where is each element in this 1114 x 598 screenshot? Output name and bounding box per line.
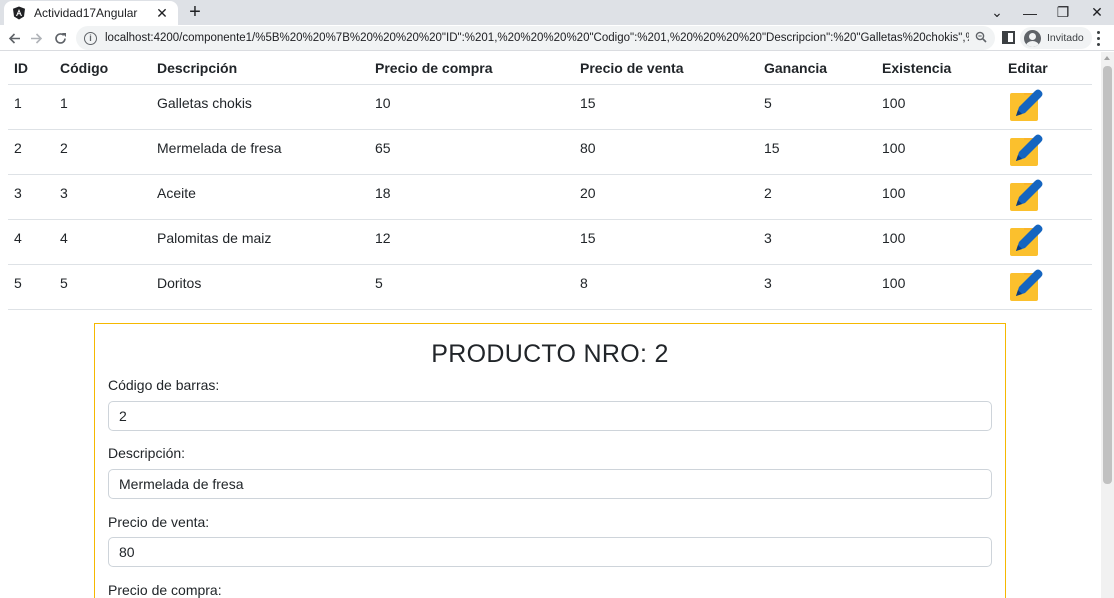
tab-search-icon[interactable]: ⌄ <box>980 0 1014 25</box>
cell-edit <box>1002 264 1092 310</box>
sale-price-label: Precio de venta: <box>108 514 210 530</box>
table-row: 5 5 Doritos 5 8 3 100 <box>8 264 1092 310</box>
edit-pencil-icon[interactable] <box>1008 87 1044 123</box>
cell-description: Palomitas de maiz <box>151 219 369 265</box>
new-tab-button[interactable]: + <box>186 2 204 22</box>
angular-icon <box>12 6 26 20</box>
column-header-edit: Editar <box>1002 52 1092 85</box>
forward-arrow-icon[interactable] <box>25 27 47 49</box>
cell-sale-price: 15 <box>574 84 758 130</box>
cell-stock: 100 <box>876 264 1002 310</box>
profile-label: Invitado <box>1047 32 1084 44</box>
cell-purchase-price: 5 <box>369 264 574 310</box>
cell-edit <box>1002 84 1092 130</box>
browser-tab[interactable]: Actividad17Angular ✕ <box>4 1 178 25</box>
address-bar[interactable]: i localhost:4200/componente1/%5B%20%20%7… <box>76 26 995 50</box>
tab-close-icon[interactable]: ✕ <box>154 5 170 21</box>
table-row: 2 2 Mermelada de fresa 65 80 15 100 <box>8 129 1092 175</box>
restore-button[interactable]: ❐ <box>1046 0 1080 25</box>
cell-description: Mermelada de fresa <box>151 129 369 175</box>
cell-code: 5 <box>54 264 151 310</box>
cell-stock: 100 <box>876 129 1002 175</box>
column-header-stock: Existencia <box>876 52 1002 85</box>
minimize-button[interactable]: — <box>1013 0 1047 25</box>
form-title: PRODUCTO NRO: 2 <box>431 340 669 368</box>
column-header-description: Descripción <box>151 52 369 85</box>
cell-purchase-price: 12 <box>369 219 574 265</box>
cell-sale-price: 15 <box>574 219 758 265</box>
page-viewport: ID Código Descripción Precio de compra Preci… <box>0 52 1101 598</box>
cell-profit: 3 <box>758 219 876 265</box>
cell-profit: 5 <box>758 84 876 130</box>
cell-edit <box>1002 129 1092 175</box>
tab-title: Actividad17Angular <box>34 6 138 20</box>
description-input[interactable]: Mermelada de fresa <box>108 469 992 499</box>
close-window-button[interactable]: ✕ <box>1080 0 1114 25</box>
cell-id: 5 <box>8 264 54 310</box>
products-table: ID Código Descripción Precio de compra Preci… <box>8 52 1092 310</box>
browser-tab-bar: Actividad17Angular ✕ + ⌄ — ❐ ✕ <box>0 0 1114 25</box>
sale-price-input[interactable]: 80 <box>108 537 992 567</box>
table-row: 1 1 Galletas chokis 10 15 5 100 <box>8 84 1092 130</box>
site-info-icon[interactable]: i <box>84 31 97 45</box>
cell-code: 3 <box>54 174 151 220</box>
cell-edit <box>1002 219 1092 265</box>
cell-id: 4 <box>8 219 54 265</box>
table-row: 3 3 Aceite 18 20 2 100 <box>8 174 1092 220</box>
cell-sale-price: 20 <box>574 174 758 220</box>
cell-description: Galletas chokis <box>151 84 369 130</box>
scroll-up-arrow-icon[interactable] <box>1104 56 1110 60</box>
edit-pencil-icon[interactable] <box>1008 177 1044 213</box>
cell-purchase-price: 65 <box>369 129 574 175</box>
edit-pencil-icon[interactable] <box>1008 132 1044 168</box>
cell-description: Aceite <box>151 174 369 220</box>
avatar-icon <box>1024 29 1041 47</box>
table-row: 4 4 Palomitas de maiz 12 15 3 100 <box>8 219 1092 265</box>
edit-pencil-icon[interactable] <box>1008 267 1044 303</box>
cell-sale-price: 80 <box>574 129 758 175</box>
column-header-code: Código <box>54 52 151 85</box>
zoom-icon[interactable] <box>975 31 987 46</box>
cell-code: 1 <box>54 84 151 130</box>
cell-profit: 3 <box>758 264 876 310</box>
table-body: 1 1 Galletas chokis 10 15 5 100 2 2 Mermelada de … <box>8 84 1092 310</box>
purchase-price-label: Precio de compra: <box>108 582 222 598</box>
cell-stock: 100 <box>876 174 1002 220</box>
profile-button[interactable]: Invitado <box>1020 27 1092 49</box>
cell-stock: 100 <box>876 219 1002 265</box>
scrollbar-thumb[interactable] <box>1103 66 1112 484</box>
description-label: Descripción: <box>108 445 186 461</box>
browser-menu-icon[interactable] <box>1092 28 1104 48</box>
cell-profit: 2 <box>758 174 876 220</box>
cell-purchase-price: 10 <box>369 84 574 130</box>
edit-pencil-icon[interactable] <box>1008 222 1044 258</box>
cell-id: 3 <box>8 174 54 220</box>
page-scrollbar[interactable] <box>1101 52 1114 598</box>
column-header-sale-price: Precio de venta <box>574 52 758 85</box>
cell-sale-price: 8 <box>574 264 758 310</box>
barcode-label: Código de barras: <box>108 377 220 393</box>
product-form-card: PRODUCTO NRO: 2 Código de barras: 2 Desc… <box>94 323 1006 598</box>
reload-icon[interactable] <box>49 27 71 49</box>
url-text[interactable]: localhost:4200/componente1/%5B%20%20%7B%… <box>105 32 969 44</box>
cell-code: 2 <box>54 129 151 175</box>
back-arrow-icon[interactable] <box>3 27 25 49</box>
column-header-id: ID <box>8 52 54 85</box>
column-header-profit: Ganancia <box>758 52 876 85</box>
browser-toolbar: i localhost:4200/componente1/%5B%20%20%7… <box>0 25 1114 51</box>
column-header-purchase-price: Precio de compra <box>369 52 574 85</box>
cell-code: 4 <box>54 219 151 265</box>
cell-stock: 100 <box>876 84 1002 130</box>
cell-profit: 15 <box>758 129 876 175</box>
table-header-row: ID Código Descripción Precio de compra Preci… <box>8 52 1092 85</box>
cell-id: 1 <box>8 84 54 130</box>
cell-edit <box>1002 174 1092 220</box>
cell-purchase-price: 18 <box>369 174 574 220</box>
cell-description: Doritos <box>151 264 369 310</box>
cell-id: 2 <box>8 129 54 175</box>
side-panel-icon[interactable] <box>1002 31 1015 44</box>
barcode-input[interactable]: 2 <box>108 401 992 431</box>
